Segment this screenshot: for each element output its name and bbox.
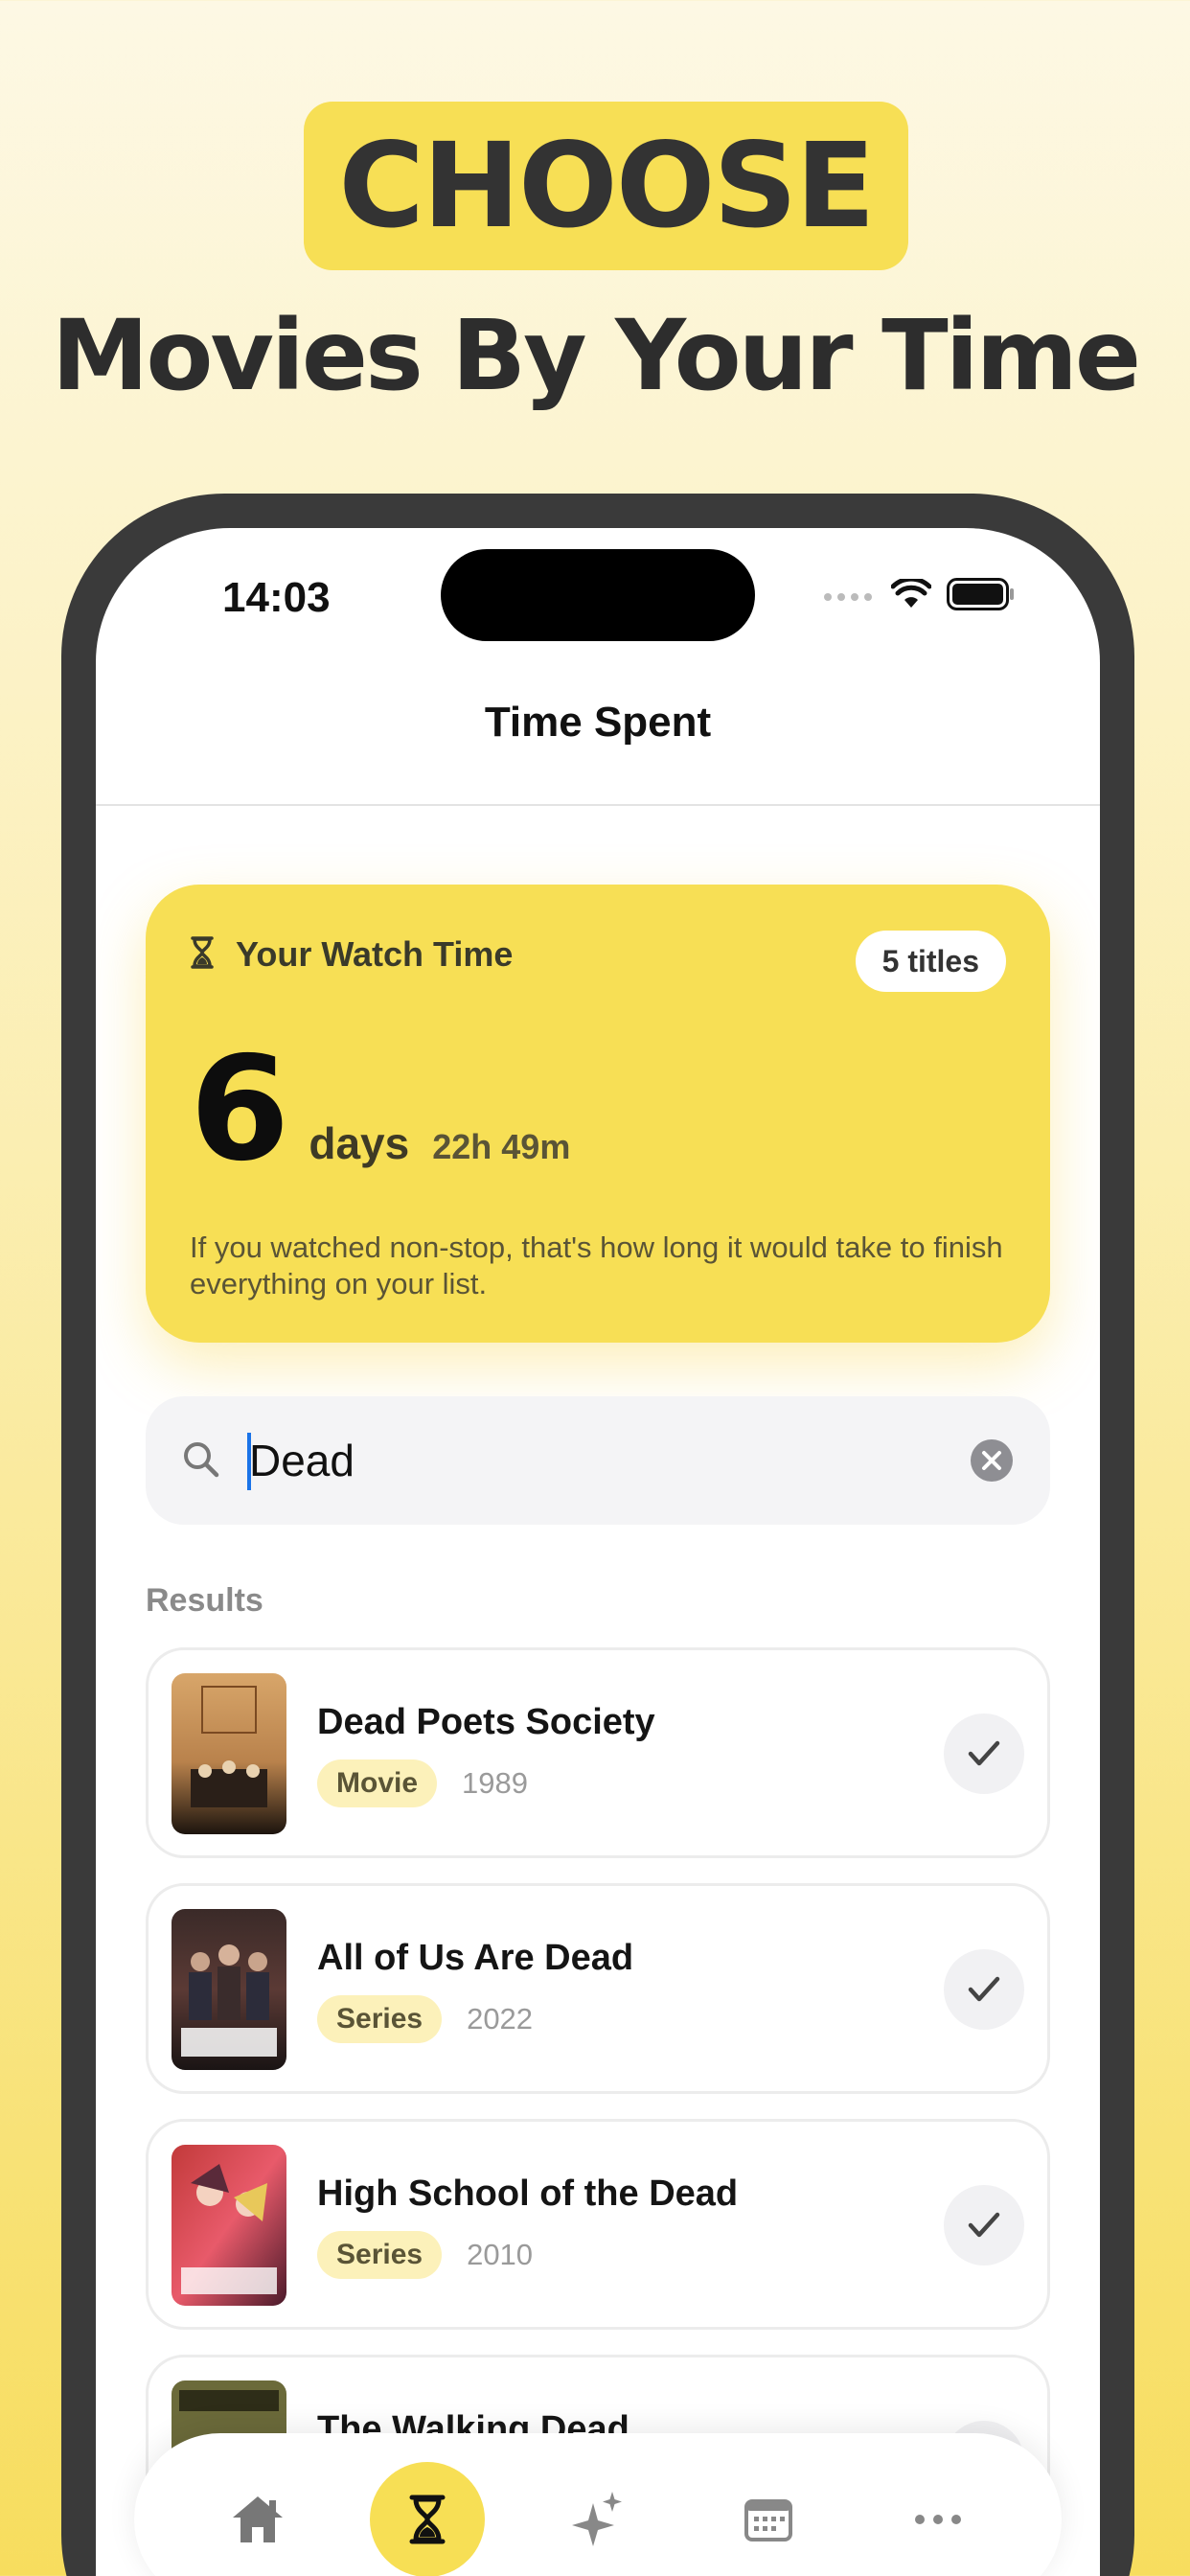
remainder-time: 22h 49m — [432, 1127, 571, 1166]
dynamic-island — [441, 549, 755, 641]
home-icon — [232, 2496, 283, 2542]
page-title: Time Spent — [484, 699, 712, 746]
hourglass-icon — [190, 935, 215, 974]
tab-bar — [134, 2433, 1062, 2576]
result-type-tag: Movie — [317, 1760, 438, 1807]
calendar-icon — [744, 2499, 792, 2542]
result-year: 1989 — [462, 1766, 528, 1800]
search-bar[interactable] — [146, 1396, 1050, 1525]
wifi-icon — [890, 576, 932, 614]
result-meta: Series 2010 — [317, 2231, 533, 2279]
tab-home[interactable] — [200, 2462, 315, 2576]
watch-time-label: Your Watch Time — [236, 934, 514, 974]
result-type-tag: Series — [317, 2231, 443, 2279]
sparkles-icon — [571, 2492, 622, 2546]
cellular-signal-icon — [824, 592, 872, 601]
watch-time-card: Your Watch Time 5 titles 6 days 22h 49m … — [146, 885, 1050, 1343]
more-icon — [915, 2515, 962, 2524]
result-item[interactable]: All of Us Are Dead Series 2022 — [146, 1883, 1050, 2094]
status-time: 14:03 — [222, 574, 331, 621]
watch-time-description: If you watched non-stop, that's how long… — [190, 1230, 1003, 1300]
poster-image — [172, 1673, 286, 1834]
result-meta: Series 2022 — [317, 1995, 533, 2043]
tab-more[interactable] — [881, 2462, 995, 2576]
results-label: Results — [146, 1582, 263, 1619]
result-title: Dead Poets Society — [317, 1702, 655, 1742]
battery-icon — [947, 578, 1016, 615]
hourglass-icon — [409, 2495, 446, 2544]
watch-time-value: 6 days 22h 49m — [190, 1038, 570, 1182]
result-item[interactable]: High School of the Dead Series 2010 — [146, 2119, 1050, 2330]
hero-subtitle: Movies By Your Time — [51, 299, 1141, 413]
clear-search-button[interactable] — [970, 1438, 1014, 1487]
add-to-list-button[interactable] — [944, 2185, 1024, 2266]
result-item[interactable]: Dead Poets Society Movie 1989 — [146, 1647, 1050, 1858]
result-meta: Movie 1989 — [317, 1760, 528, 1807]
checkmark-icon — [968, 1976, 1000, 2002]
status-indicators — [824, 576, 1016, 615]
hero-badge: CHOOSE — [304, 102, 908, 270]
nav-divider — [96, 804, 1100, 806]
tab-calendar[interactable] — [711, 2462, 826, 2576]
result-year: 2010 — [467, 2238, 534, 2271]
poster-image — [172, 2145, 286, 2306]
add-to-list-button[interactable] — [944, 1714, 1024, 1794]
result-title: High School of the Dead — [317, 2174, 739, 2214]
checkmark-icon — [968, 1740, 1000, 1766]
hero-badge-text: CHOOSE — [338, 118, 875, 254]
search-icon — [182, 1440, 220, 1484]
search-input[interactable] — [249, 1425, 920, 1496]
checkmark-icon — [968, 2212, 1000, 2238]
tab-discover[interactable] — [540, 2462, 655, 2576]
clear-icon — [971, 1439, 1013, 1482]
tab-time-spent[interactable] — [370, 2462, 486, 2576]
watch-time-header: Your Watch Time — [190, 934, 513, 975]
phone-screen: 14:03 Time Spent Your Watch Time 5 title… — [96, 528, 1100, 2576]
result-title: All of Us Are Dead — [317, 1938, 634, 1978]
days-number: 6 — [190, 1026, 289, 1193]
result-year: 2022 — [467, 2002, 534, 2036]
poster-image — [172, 1909, 286, 2070]
days-unit: days — [309, 1118, 410, 1168]
add-to-list-button[interactable] — [944, 1949, 1024, 2030]
result-type-tag: Series — [317, 1995, 443, 2043]
titles-count-badge: 5 titles — [855, 931, 1006, 992]
